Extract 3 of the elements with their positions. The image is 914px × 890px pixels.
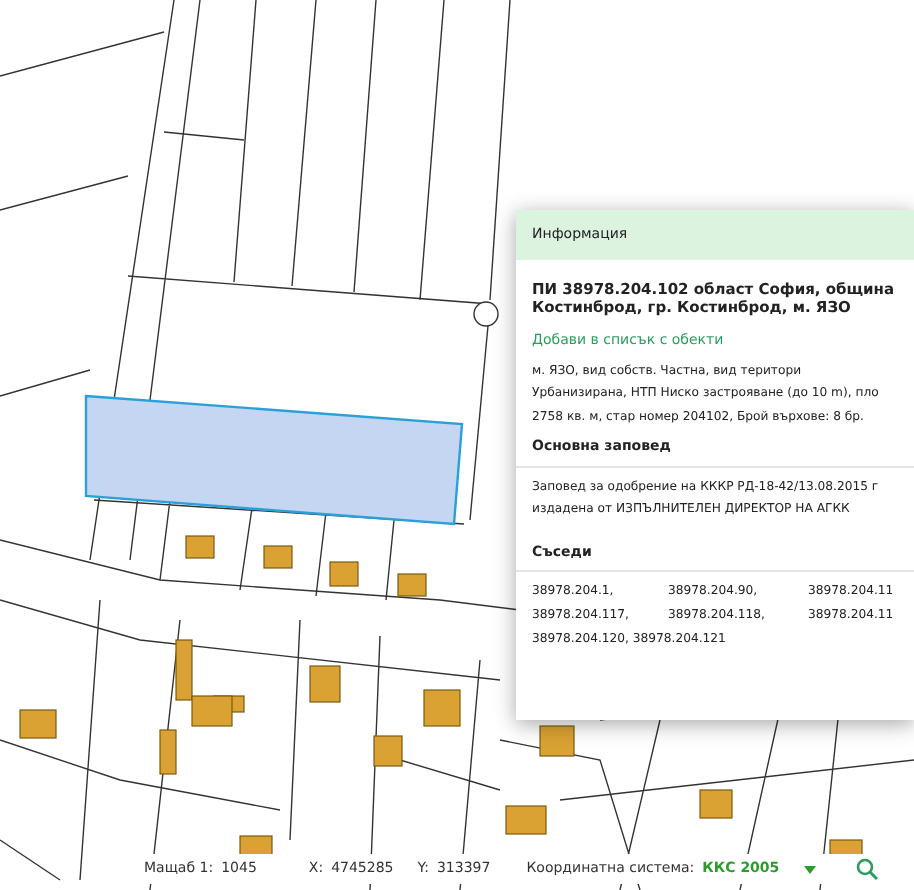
search-icon[interactable] [855, 858, 878, 880]
cadastral-map-drawing[interactable] [0, 0, 914, 890]
caret-icon[interactable] [803, 865, 816, 873]
